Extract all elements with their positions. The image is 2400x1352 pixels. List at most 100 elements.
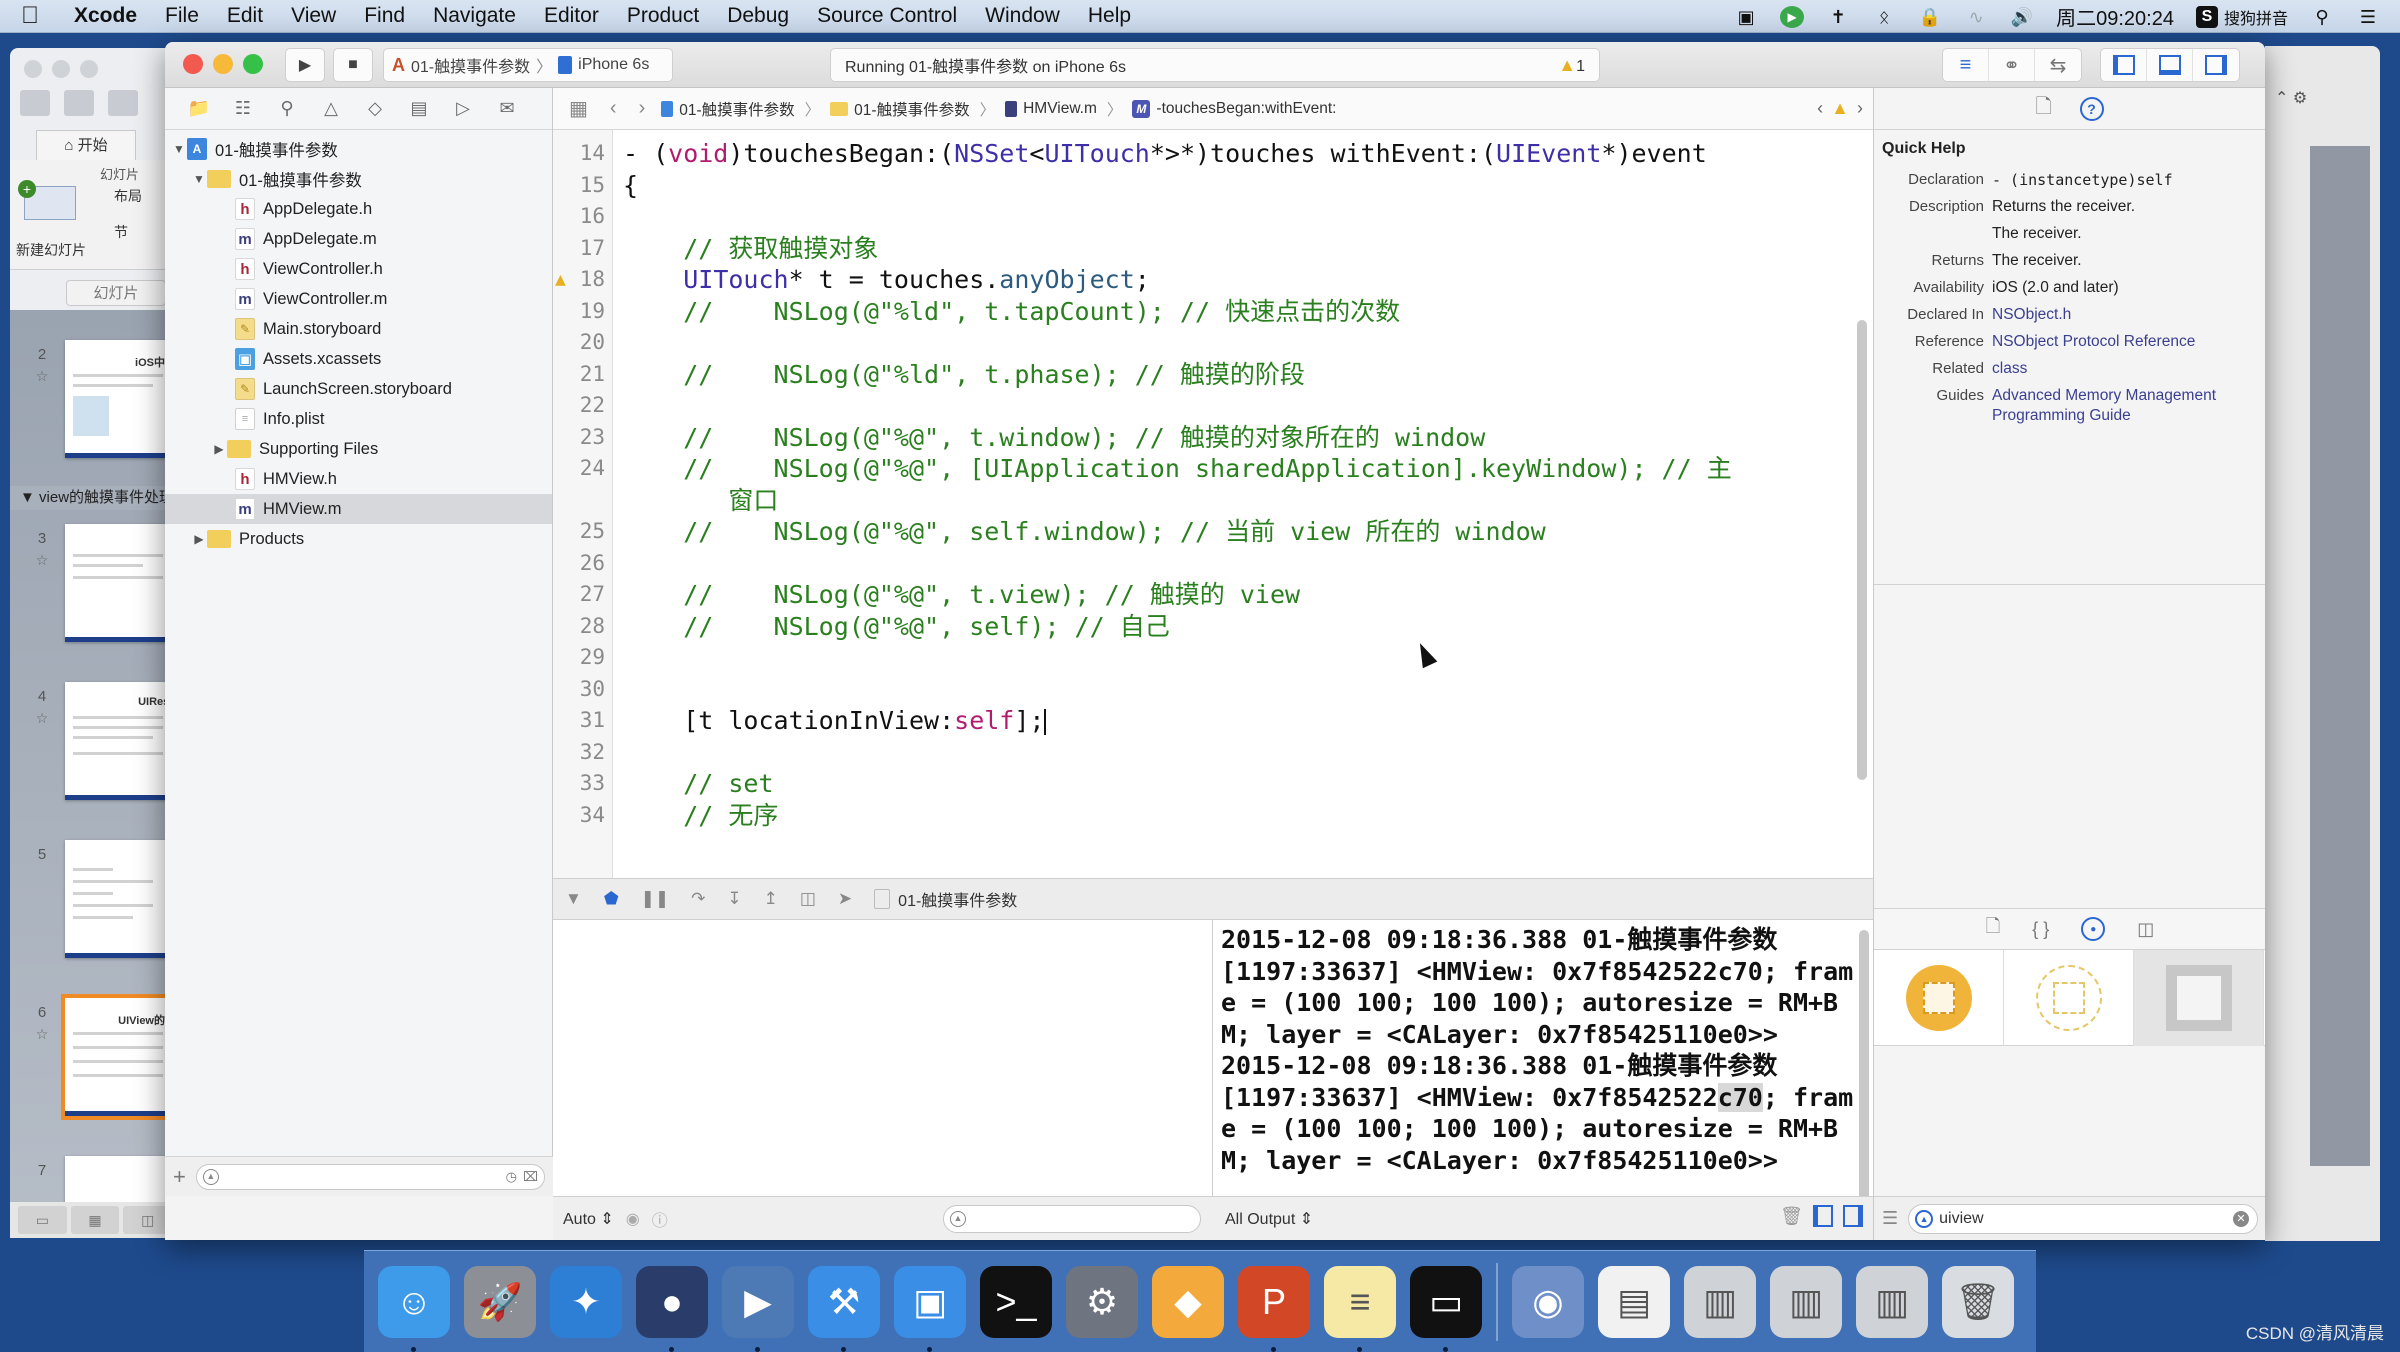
dock-safari-icon[interactable]: ✦ xyxy=(550,1265,622,1338)
test-navigator-icon[interactable]: ◇ xyxy=(363,97,387,121)
forward-button[interactable]: › xyxy=(633,97,652,120)
dock-console-icon[interactable]: ▭ xyxy=(1410,1265,1482,1352)
bluetooth-icon[interactable]: ᛟ xyxy=(1872,6,1896,28)
normal-view-icon[interactable]: ▭ xyxy=(18,1206,67,1234)
layout-button[interactable]: 布局 xyxy=(114,186,142,206)
slide-thumbnail-selected[interactable]: UIView的触 xyxy=(61,994,180,1120)
breadcrumb-method[interactable]: M -touchesBegan:withEvent: xyxy=(1132,99,1337,118)
run-button[interactable]: ▶ xyxy=(285,48,325,82)
navigator-filter-input[interactable]: ▲ ◷ ⌧ xyxy=(195,1163,545,1190)
code-line[interactable]: 29 xyxy=(553,642,1853,673)
code-line[interactable]: 32 xyxy=(553,737,1853,768)
section-button[interactable]: 节 xyxy=(114,222,128,242)
tree-file[interactable]: h ViewController.h xyxy=(165,254,552,284)
tree-group[interactable]: ▶ Supporting Files xyxy=(165,434,552,464)
dock-window-preview-1-icon[interactable]: ▥ xyxy=(1684,1265,1756,1338)
disclosure-open-icon[interactable]: ▼ xyxy=(171,142,187,156)
back-button[interactable]: ‹ xyxy=(604,97,623,120)
previous-issue-button[interactable]: ‹ xyxy=(1817,98,1823,119)
console-scrollbar[interactable] xyxy=(1859,930,1869,1220)
code-line[interactable]: 24 // NSLog(@"%@", [UIApplication shared… xyxy=(553,453,1853,484)
object-library-icon[interactable]: ● xyxy=(2081,917,2106,941)
related-items-icon[interactable]: ▦ xyxy=(563,96,594,121)
slide-thumbnail[interactable] xyxy=(65,524,180,642)
dock-system-preferences-icon[interactable]: ⚙ xyxy=(1066,1265,1138,1338)
code-line[interactable]: 20 xyxy=(553,327,1853,358)
list-grid-toggle-icon[interactable]: ☰ xyxy=(1882,1208,1898,1229)
warning-icon[interactable]: ▲ xyxy=(555,264,566,295)
dock-notes-icon[interactable]: ≡ xyxy=(1324,1265,1396,1352)
menu-navigate[interactable]: Navigate xyxy=(419,4,530,28)
tree-group[interactable]: ▼ 01-触摸事件参数 xyxy=(165,164,552,194)
code-line[interactable]: 22 xyxy=(553,390,1853,421)
notification-center-icon[interactable]: ☰ xyxy=(2356,6,2380,28)
editor-scrollbar[interactable] xyxy=(1857,320,1867,780)
breakpoints-toggle-icon[interactable]: ⬟ xyxy=(604,889,619,909)
quick-help-link[interactable]: class xyxy=(1992,359,2258,379)
fan-icon[interactable]: ✝ xyxy=(1826,6,1850,28)
menu-app-name[interactable]: Xcode xyxy=(60,4,151,28)
disclosure-closed-icon[interactable]: ▶ xyxy=(191,532,207,546)
show-console-icon[interactable] xyxy=(1843,1205,1863,1227)
menu-help[interactable]: Help xyxy=(1074,4,1145,28)
folder-icon[interactable]: 📁 xyxy=(187,97,211,121)
scope-selector[interactable]: Auto ⇕ xyxy=(563,1209,614,1229)
clock[interactable]: 周二09:20:24 xyxy=(2056,2,2174,31)
menu-source-control[interactable]: Source Control xyxy=(803,4,971,28)
quick-help-link[interactable]: NSObject Protocol Reference xyxy=(1992,332,2258,352)
home-tab[interactable]: ⌂ 开始 xyxy=(36,130,136,160)
tree-file[interactable]: h HMView.h xyxy=(165,464,552,494)
slide-thumbnail[interactable]: iOS中的 xyxy=(65,340,180,458)
gear-icon[interactable]: ⌃ ⚙ xyxy=(2275,88,2307,108)
menu-edit[interactable]: Edit xyxy=(213,4,277,28)
recent-files-icon[interactable]: ◷ xyxy=(506,1169,517,1185)
report-navigator-icon[interactable]: ✉ xyxy=(495,97,519,121)
menu-view[interactable]: View xyxy=(277,4,350,28)
dock-mouse-app-icon[interactable]: ● xyxy=(636,1265,708,1352)
warning-icon[interactable]: ▲ xyxy=(1831,98,1849,119)
code-line[interactable]: 18 ▲ UITouch* t = touches.anyObject; xyxy=(553,264,1853,295)
player-status-icon[interactable]: ▶ xyxy=(1780,5,1805,28)
code-line[interactable]: 25 // NSLog(@"%@", self.window); // 当前 v… xyxy=(553,516,1853,547)
process-selector[interactable]: 01-触摸事件参数 xyxy=(874,887,1017,911)
dock-simulator-icon[interactable]: ▣ xyxy=(894,1265,966,1352)
simulate-location-icon[interactable]: ➤ xyxy=(838,889,852,909)
quick-help-link[interactable]: NSObject.h xyxy=(1992,305,2258,325)
tree-file[interactable]: h AppDelegate.h xyxy=(165,194,552,224)
code-line[interactable]: 34 // 无序 xyxy=(553,800,1853,831)
code-line[interactable]: 14 - (void)touchesBegan:(NSSet<UITouch*>*… xyxy=(553,138,1853,169)
menu-debug[interactable]: Debug xyxy=(713,4,803,28)
dock-document-preview-icon[interactable]: ▤ xyxy=(1598,1265,1670,1338)
tree-file[interactable]: ≡ Info.plist xyxy=(165,404,552,434)
symbol-navigator-icon[interactable]: ☷ xyxy=(231,97,255,121)
code-line[interactable]: 19 // NSLog(@"%ld", t.tapCount); // 快速点击… xyxy=(553,296,1853,327)
zoom-window-button[interactable] xyxy=(243,54,263,74)
disclosure-closed-icon[interactable]: ▶ xyxy=(211,442,227,456)
pause-icon[interactable]: ❚❚ xyxy=(641,889,670,909)
code-line[interactable]: 窗口 xyxy=(553,485,1853,516)
output-filter-select[interactable]: All Output ⇕ xyxy=(1225,1209,1313,1229)
code-line[interactable]: 31 [t locationInView:self]; xyxy=(553,705,1853,736)
next-issue-button[interactable]: › xyxy=(1857,98,1863,119)
code-line[interactable]: 21 // NSLog(@"%ld", t.phase); // 触摸的阶段 xyxy=(553,359,1853,390)
issue-warning-icon[interactable]: △ xyxy=(319,97,343,121)
file-template-library-icon[interactable]: 🗋 xyxy=(1986,914,2000,944)
warning-indicator[interactable]: ▲1 xyxy=(1558,55,1585,76)
lock-icon[interactable]: 🔒 xyxy=(1918,6,1942,28)
info-icon[interactable]: ⓘ xyxy=(652,1207,668,1231)
assistant-editor-icon[interactable]: ⚭ xyxy=(1989,49,2035,81)
code-line[interactable]: 16 xyxy=(553,201,1853,232)
dock-sketch-icon[interactable]: ◆ xyxy=(1152,1265,1224,1338)
console-output[interactable]: 2015-12-08 09:18:36.388 01-触摸事件参数 [1197:… xyxy=(1213,920,1873,1240)
search-icon[interactable]: ⚲ xyxy=(275,97,299,121)
volume-icon[interactable]: 🔊 xyxy=(2010,6,2034,28)
standard-editor-icon[interactable]: ≡ xyxy=(1943,49,1989,81)
slide-thumbnail[interactable] xyxy=(65,840,180,958)
dock-window-preview-2-icon[interactable]: ▥ xyxy=(1770,1265,1842,1338)
dock-terminal-icon[interactable]: >_ xyxy=(980,1265,1052,1338)
dock-window-preview-3-icon[interactable]: ▥ xyxy=(1856,1265,1928,1338)
dock-screen-recorder-icon[interactable]: ◉ xyxy=(1512,1265,1584,1338)
tree-group[interactable]: ▶ Products xyxy=(165,524,552,554)
spotlight-search-icon[interactable]: ⚲ xyxy=(2310,6,2334,28)
tree-file[interactable]: ✎ Main.storyboard xyxy=(165,314,552,344)
